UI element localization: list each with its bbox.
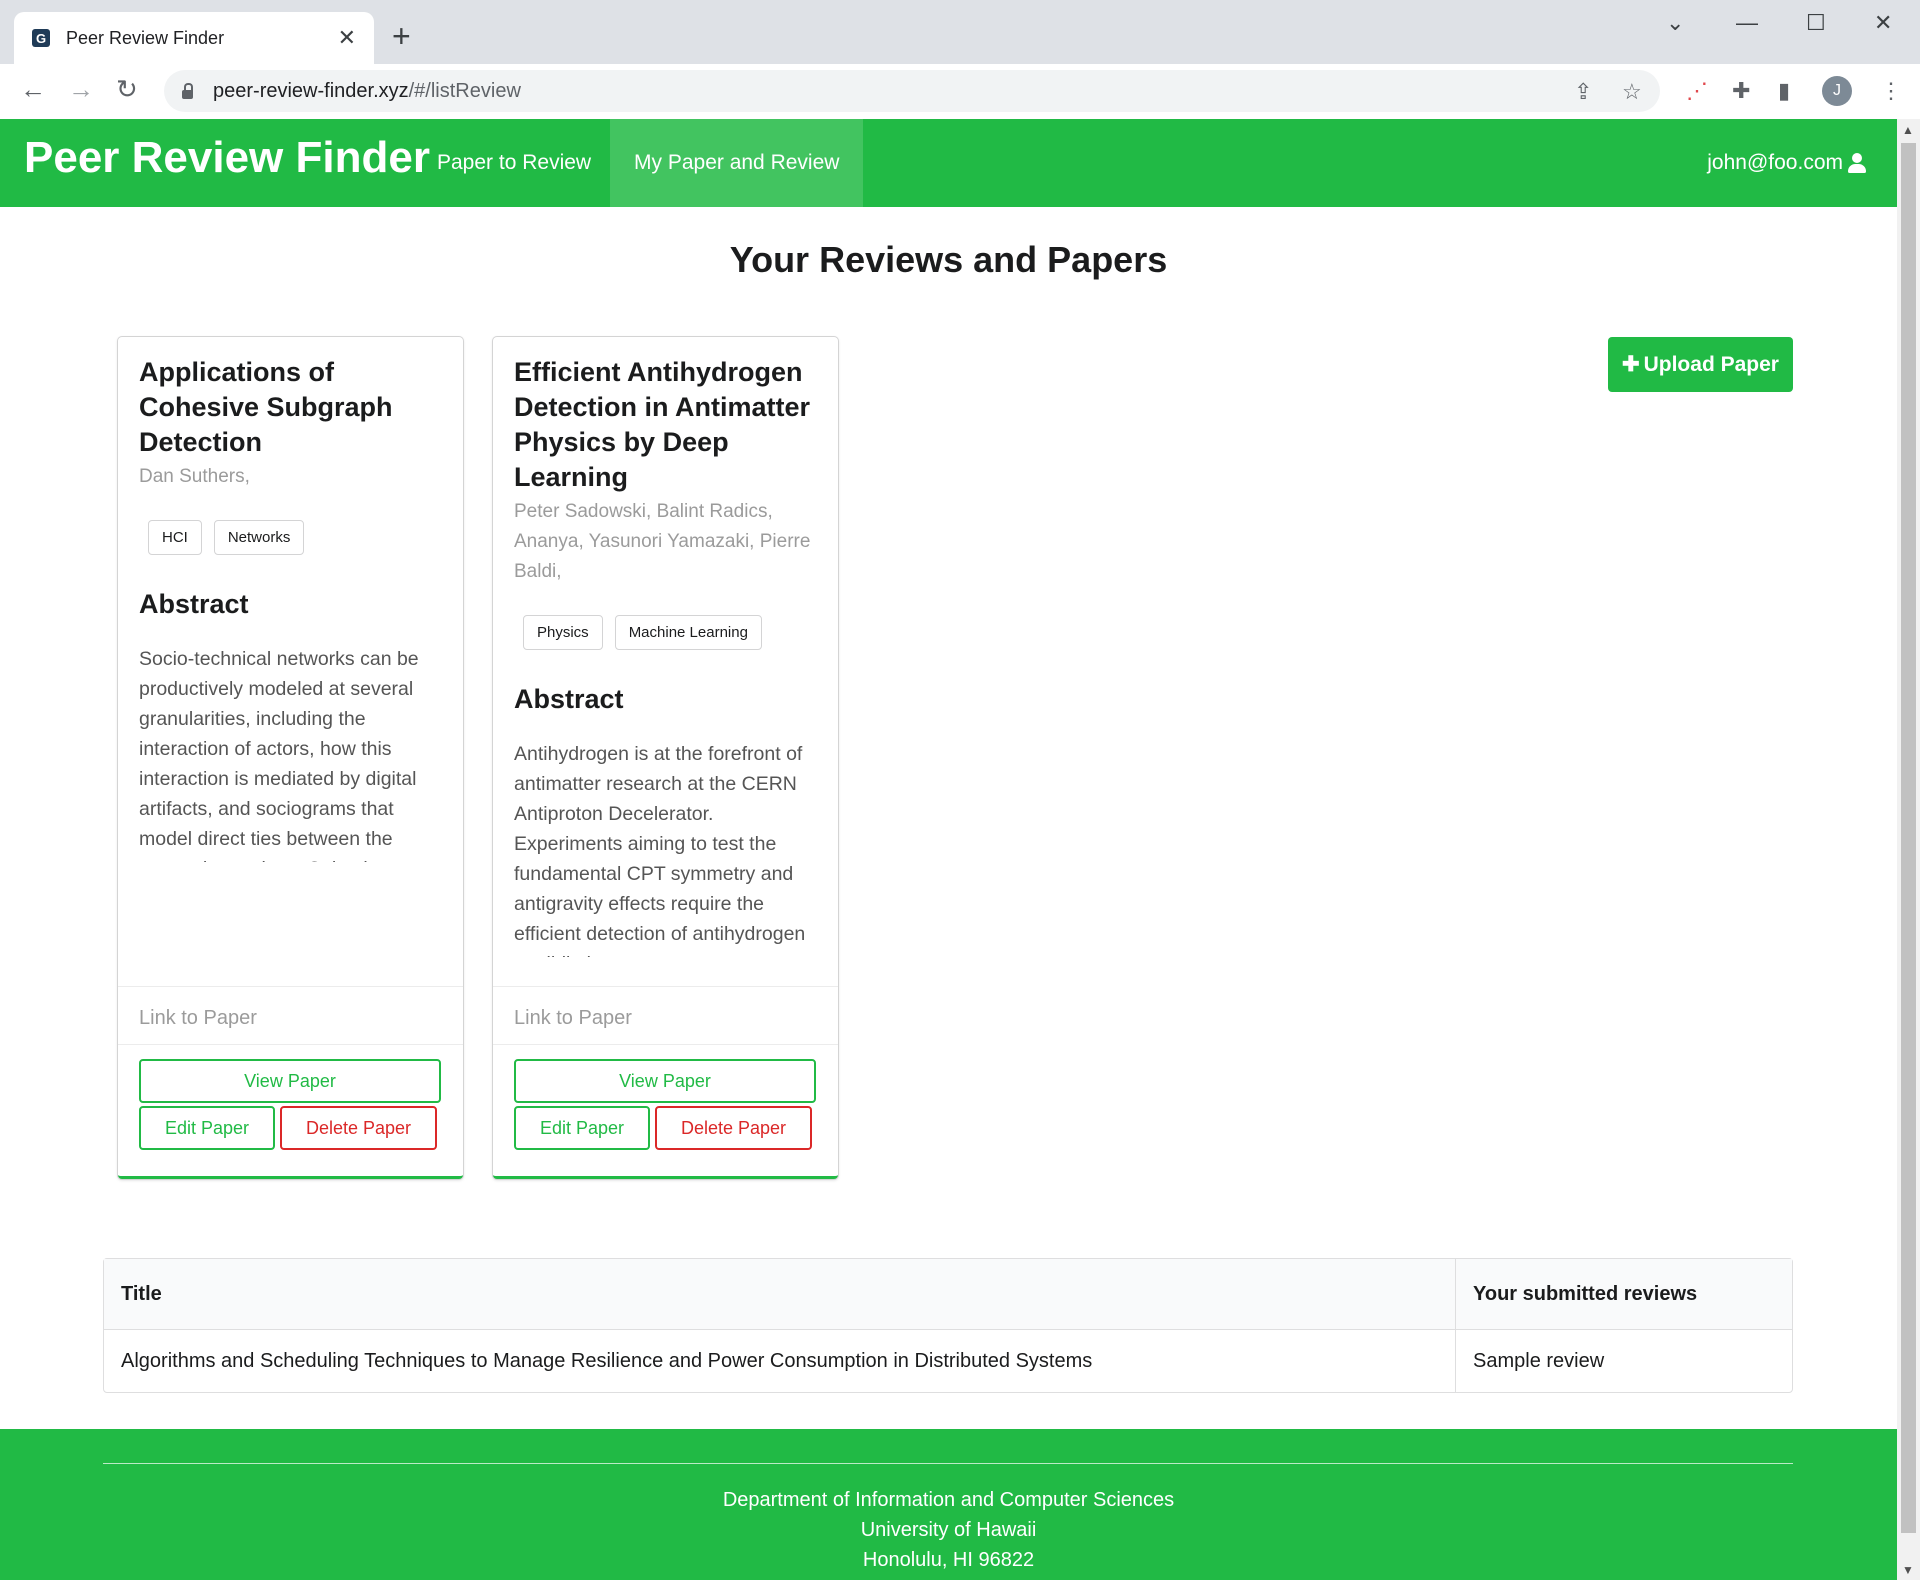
scrollbar-thumb[interactable] <box>1901 143 1916 1533</box>
share-icon[interactable]: ⇪ <box>1574 79 1592 105</box>
page-scrollbar[interactable]: ▲ ▼ <box>1897 119 1920 1580</box>
edit-paper-button[interactable]: Edit Paper <box>139 1106 275 1150</box>
upload-paper-button[interactable]: ✚ Upload Paper <box>1608 337 1793 392</box>
table-header-row: Title Your submitted reviews <box>104 1259 1792 1330</box>
extension-icon[interactable]: ⋰ <box>1686 78 1708 104</box>
table-row[interactable]: Algorithms and Scheduling Techniques to … <box>104 1330 1792 1392</box>
browser-chrome: G Peer Review Finder ✕ + ⌄ — ☐ ✕ ← → ↻ p… <box>0 0 1920 119</box>
card-divider <box>118 1044 463 1045</box>
maximize-icon[interactable]: ☐ <box>1806 10 1826 36</box>
reload-icon[interactable]: ↻ <box>116 74 138 105</box>
card-divider <box>493 986 838 987</box>
scroll-up-icon[interactable]: ▲ <box>1902 123 1914 137</box>
paper-authors: Peter Sadowski, Balint Radics, Ananya, Y… <box>514 501 811 582</box>
tab-title: Peer Review Finder <box>66 27 225 48</box>
tab-search-chevron-icon[interactable]: ⌄ <box>1666 10 1684 36</box>
forward-icon[interactable]: → <box>68 74 94 105</box>
close-window-icon[interactable]: ✕ <box>1874 10 1892 36</box>
page-viewport: Peer Review Finder Paper to Review My Pa… <box>0 119 1897 1580</box>
tag-label: HCI <box>148 520 202 555</box>
scroll-down-icon[interactable]: ▼ <box>1902 1563 1914 1577</box>
top-navbar: Peer Review Finder Paper to Review My Pa… <box>0 119 1897 207</box>
paper-title: Applications of Cohesive Subgraph Detect… <box>139 357 393 457</box>
user-email: john@foo.com <box>1707 151 1843 174</box>
delete-paper-button[interactable]: Delete Paper <box>655 1106 812 1150</box>
minimize-icon[interactable]: — <box>1736 10 1758 36</box>
close-tab-icon[interactable]: ✕ <box>338 25 356 51</box>
delete-paper-button[interactable]: Delete Paper <box>280 1106 437 1150</box>
upload-paper-label: Upload Paper <box>1643 352 1779 376</box>
browser-tab[interactable]: G Peer Review Finder ✕ <box>14 12 374 64</box>
tag-label: Networks <box>213 520 305 555</box>
page-title: Your Reviews and Papers <box>729 239 1168 280</box>
extensions-puzzle-icon[interactable]: ✚ <box>1732 78 1750 104</box>
column-header-title: Title <box>104 1259 1455 1330</box>
view-paper-button[interactable]: View Paper <box>514 1059 816 1103</box>
profile-avatar[interactable]: J <box>1822 76 1852 106</box>
link-to-paper[interactable]: Link to Paper <box>514 1007 632 1030</box>
view-paper-button[interactable]: View Paper <box>139 1059 441 1103</box>
card-divider <box>493 1044 838 1045</box>
paper-card: Efficient Antihydrogen Detection in Anti… <box>493 337 838 1179</box>
edit-paper-button[interactable]: Edit Paper <box>514 1106 650 1150</box>
paper-authors: Dan Suthers, <box>139 466 250 487</box>
bookmark-star-icon[interactable]: ☆ <box>1622 79 1642 105</box>
reviews-table: Title Your submitted reviews Algorithms … <box>103 1258 1793 1393</box>
paper-card: Applications of Cohesive Subgraph Detect… <box>118 337 463 1179</box>
new-tab-icon[interactable]: + <box>392 20 411 52</box>
abstract-text: Socio-technical networks can be producti… <box>139 648 419 862</box>
tag-label: Machine Learning <box>614 615 762 650</box>
menu-kebab-icon[interactable]: ⋮ <box>1880 78 1902 104</box>
brand-logo[interactable]: Peer Review Finder <box>24 133 430 183</box>
card-divider <box>118 986 463 987</box>
tag-list: Physics Machine Learning <box>523 615 817 650</box>
address-bar[interactable]: peer-review-finder.xyz/#/listReview ⇪ ☆ <box>164 70 1660 112</box>
footer-department: Department of Information and Computer S… <box>722 1489 1175 1511</box>
user-menu[interactable]: john@foo.com <box>1707 119 1867 207</box>
link-to-paper[interactable]: Link to Paper <box>139 1007 257 1030</box>
tag-list: HCI Networks <box>148 520 442 555</box>
footer-divider <box>103 1463 1793 1464</box>
page-footer: Department of Information and Computer S… <box>0 1429 1897 1580</box>
back-icon[interactable]: ← <box>20 74 46 105</box>
user-icon <box>1847 153 1867 173</box>
abstract-text: Antihydrogen is at the forefront of anti… <box>514 743 806 957</box>
plus-icon: ✚ <box>1622 353 1640 376</box>
review-link[interactable]: Sample review <box>1455 1330 1792 1392</box>
nav-paper-to-review[interactable]: Paper to Review <box>413 119 615 207</box>
footer-university: University of Hawaii <box>860 1519 1037 1541</box>
lock-icon[interactable] <box>182 82 193 99</box>
column-header-reviews: Your submitted reviews <box>1455 1259 1792 1330</box>
footer-address: Honolulu, HI 96822 <box>862 1549 1035 1571</box>
site-favicon-icon: G <box>32 29 50 47</box>
abstract-heading: Abstract <box>139 589 249 619</box>
review-paper-title: Algorithms and Scheduling Techniques to … <box>121 1349 1093 1372</box>
side-panel-icon[interactable]: ▮ <box>1778 78 1790 104</box>
url-text: peer-review-finder.xyz/#/listReview <box>213 79 521 102</box>
tag-label: Physics <box>523 615 603 650</box>
abstract-heading: Abstract <box>514 684 624 714</box>
browser-toolbar: ← → ↻ peer-review-finder.xyz/#/listRevie… <box>0 64 1920 119</box>
paper-title: Efficient Antihydrogen Detection in Anti… <box>514 357 811 492</box>
nav-my-paper-and-review[interactable]: My Paper and Review <box>610 119 864 207</box>
